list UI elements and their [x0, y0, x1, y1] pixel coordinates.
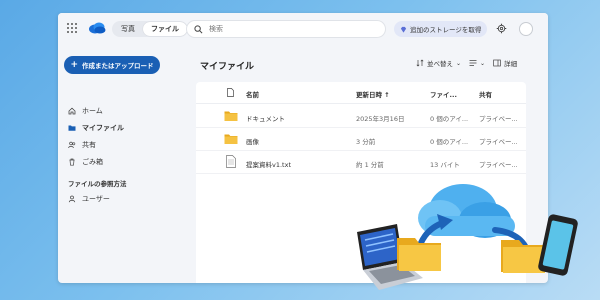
list-view-icon: [469, 60, 477, 66]
folder-icon: [224, 111, 238, 121]
sort-button[interactable]: 並べ替え ⌄: [416, 58, 461, 68]
sort-icon: [416, 59, 424, 67]
column-modified-label: 更新日時: [356, 91, 382, 99]
view-tab-group: 写真 ファイル: [112, 21, 188, 37]
home-icon: [68, 107, 76, 114]
sidebar-item-my-files[interactable]: マイファイル: [68, 119, 127, 136]
file-size: 0 個のアイ...: [430, 115, 469, 123]
trash-icon: [69, 158, 75, 166]
sidebar-item-shared[interactable]: 共有: [68, 136, 127, 153]
sidebar-item-label: マイファイル: [82, 123, 124, 132]
person-icon: [68, 195, 76, 202]
plus-icon: +: [70, 60, 79, 70]
chevron-down-icon: ⌄: [456, 59, 462, 67]
page-title: マイファイル: [200, 62, 255, 72]
sidebar-item-recycle-bin[interactable]: ごみ箱: [68, 153, 127, 170]
top-bar: 写真 ファイル 追加のストレージを取得: [58, 13, 548, 45]
column-name[interactable]: 名前: [246, 89, 259, 99]
folder-icon: [68, 125, 76, 131]
file-name[interactable]: ドキュメント: [246, 113, 285, 123]
sidebar-item-label: ホーム: [82, 106, 103, 115]
sort-label: 並べ替え: [427, 60, 453, 68]
tab-photos[interactable]: 写真: [113, 22, 143, 36]
browse-files-by-heading: ファイルの参照方法: [68, 180, 127, 188]
file-modified: 約 1 分前: [356, 161, 384, 169]
sidebar-item-people[interactable]: ユーザー: [68, 190, 127, 207]
view-options-button[interactable]: ⌄: [469, 59, 485, 67]
create-or-upload-button[interactable]: + 作成またはアップロード: [64, 56, 160, 74]
search-input[interactable]: [209, 25, 369, 33]
sidebar-item-label: ユーザー: [82, 194, 110, 203]
gear-icon[interactable]: [496, 23, 507, 34]
file-modified: 3 分前: [356, 138, 376, 146]
create-or-upload-label: 作成またはアップロード: [82, 62, 154, 70]
file-sharing: プライベー...: [479, 138, 518, 146]
tab-files[interactable]: ファイル: [143, 22, 187, 36]
search-icon: [194, 24, 203, 33]
file-size: 0 個のアイ...: [430, 138, 469, 146]
details-label: 詳細: [504, 60, 518, 68]
chevron-down-icon: ⌄: [480, 59, 486, 67]
cloud-sync-illustration: [357, 184, 578, 290]
file-size: 13 バイト: [430, 161, 460, 169]
diamond-icon: [400, 26, 407, 33]
column-size[interactable]: ファイ...: [430, 89, 457, 99]
table-row[interactable]: 画像 3 分前 0 個のアイ... プライベー...: [196, 128, 526, 151]
text-file-icon: [226, 155, 236, 168]
sidebar-item-label: 共有: [82, 140, 96, 149]
file-list-header: 名前 更新日時 ↑ ファイ... 共有: [196, 82, 526, 104]
get-storage-button[interactable]: 追加のストレージを取得: [394, 21, 488, 37]
sidebar-item-label: ごみ箱: [82, 157, 103, 166]
file-type-icon: [227, 88, 234, 97]
get-storage-label: 追加のストレージを取得: [410, 26, 482, 34]
file-sharing: プライベー...: [479, 161, 518, 169]
file-modified: 2025年3月16日: [356, 115, 405, 123]
people-icon: [68, 141, 76, 148]
onedrive-logo-icon[interactable]: [88, 22, 106, 34]
smartphone-icon: [538, 214, 578, 276]
view-toolbar: 並べ替え ⌄ ⌄ 詳細: [408, 58, 517, 68]
column-modified[interactable]: 更新日時 ↑: [356, 89, 390, 99]
app-launcher-icon[interactable]: [67, 23, 77, 33]
search-box[interactable]: [186, 20, 386, 38]
column-sharing[interactable]: 共有: [479, 89, 492, 99]
file-name[interactable]: 画像: [246, 136, 259, 146]
avatar[interactable]: [519, 22, 533, 36]
sidebar-nav: ホーム マイファイル 共有 ごみ箱 ファイルの参照方法 ユーザー: [68, 102, 127, 207]
sort-arrow-icon: ↑: [384, 91, 390, 99]
file-sharing: プライベー...: [479, 115, 518, 123]
sidebar-item-home[interactable]: ホーム: [68, 102, 127, 119]
table-row[interactable]: ドキュメント 2025年3月16日 0 個のアイ... プライベー...: [196, 105, 526, 128]
details-pane-icon: [493, 59, 501, 67]
details-button[interactable]: 詳細: [493, 58, 517, 68]
folder-icon: [224, 134, 238, 144]
file-name[interactable]: 提案資料v1.txt: [246, 159, 291, 169]
